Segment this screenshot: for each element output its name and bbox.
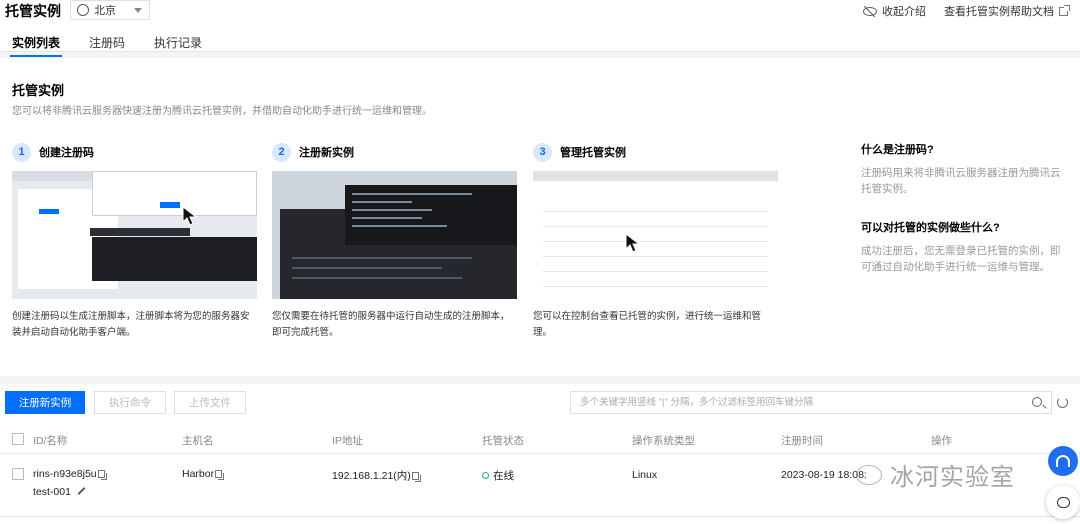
page-title: 托管实例 bbox=[5, 3, 61, 19]
watermark-text: 冰河实验室 bbox=[890, 464, 1015, 491]
column-header: 主机名 bbox=[182, 435, 214, 447]
faq-section: 什么是注册码? 注册码用来将非腾讯云服务器注册为腾讯云托管实例。 可以对托管的实… bbox=[861, 142, 1069, 275]
online-status-icon bbox=[482, 472, 489, 479]
cursor-icon bbox=[182, 206, 198, 226]
faq-answer: 成功注册后，您无需登录已托管的实例，即可通过自动化助手进行统一运维与管理。 bbox=[861, 245, 1061, 273]
step-number: 1 bbox=[12, 142, 31, 162]
external-link-icon bbox=[1059, 4, 1070, 16]
ip-cell: 192.168.1.21(内) bbox=[332, 468, 421, 483]
instance-id-cell: rins-n93e8j5u bbox=[33, 468, 107, 480]
copy-icon[interactable] bbox=[97, 470, 107, 480]
header-links: 收起介绍 查看托管实例帮助文档 bbox=[845, 3, 1070, 19]
step-illustration bbox=[533, 171, 778, 299]
search-box bbox=[570, 391, 1052, 414]
step-label: 管理托管实例 bbox=[560, 147, 626, 159]
step-register-instance: 2 注册新实例 您仅需要在待托管的服务器中运行自动生成的注册脚本，即可完成托管。 bbox=[272, 142, 517, 338]
search-input[interactable] bbox=[571, 392, 1011, 413]
select-all-checkbox[interactable] bbox=[12, 433, 24, 445]
globe-icon bbox=[77, 4, 89, 16]
step-illustration bbox=[272, 171, 517, 299]
instance-id[interactable]: rins-n93e8j5u bbox=[33, 468, 97, 480]
column-header: 托管状态 bbox=[482, 435, 524, 447]
faq-question: 什么是注册码? bbox=[861, 144, 934, 156]
column-header: IP地址 bbox=[332, 435, 363, 447]
hostname-cell: Harbor bbox=[182, 468, 225, 480]
column-header: 注册时间 bbox=[781, 435, 823, 447]
step-manage-instance: 3 管理托管实例 您可以在控制台查看已托管的实例，进行统一运维和管理。 bbox=[533, 142, 778, 338]
refresh-icon[interactable] bbox=[1057, 397, 1068, 408]
top-bar: 托管实例 北京 收起介绍 查看托管实例帮助文档 bbox=[0, 0, 1080, 24]
watermark: 冰河实验室 bbox=[856, 457, 1015, 492]
tab-registration-code[interactable]: 注册码 bbox=[89, 34, 125, 51]
table-header: ID/名称 主机名 IP地址 托管状态 操作系统类型 注册时间 操作 bbox=[0, 424, 1080, 454]
execute-command-button[interactable]: 执行命令 bbox=[94, 391, 166, 414]
step-create-code: 1 创建注册码 创建注册码以生成注册脚本，注册脚本将为您的服务器安装并启动自动化… bbox=[12, 142, 257, 338]
chat-icon bbox=[1056, 496, 1070, 508]
intro-title: 托管实例 bbox=[12, 83, 65, 98]
step-number: 3 bbox=[533, 142, 552, 162]
search-icon[interactable] bbox=[1032, 397, 1042, 407]
step-number: 2 bbox=[272, 142, 291, 162]
column-header: 操作 bbox=[931, 435, 952, 447]
tab-bar: 实例列表 注册码 执行记录 bbox=[0, 24, 1080, 57]
intro-panel: 托管实例 您可以将非腾讯云服务器快速注册为腾讯云托管实例，并借助自动化助手进行统… bbox=[0, 58, 1080, 376]
os-cell: Linux bbox=[632, 469, 658, 481]
copy-icon[interactable] bbox=[411, 472, 421, 482]
tab-instance-list[interactable]: 实例列表 bbox=[9, 34, 63, 57]
hostname: Harbor bbox=[182, 468, 215, 480]
edit-icon[interactable] bbox=[77, 487, 86, 495]
instance-name-cell: test-001 bbox=[33, 486, 86, 498]
column-header: 操作系统类型 bbox=[632, 435, 695, 447]
row-checkbox[interactable] bbox=[12, 468, 24, 480]
cursor-icon bbox=[625, 233, 641, 253]
status-text: 在线 bbox=[493, 470, 514, 482]
eye-off-icon bbox=[863, 6, 877, 16]
instance-name: test-001 bbox=[33, 486, 71, 498]
step-description: 您仅需要在待托管的服务器中运行自动生成的注册脚本，即可完成托管。 bbox=[272, 311, 510, 338]
instance-toolbar: 注册新实例 执行命令 上传文件 bbox=[0, 384, 1080, 424]
collapse-intro-link[interactable]: 收起介绍 bbox=[863, 3, 926, 19]
feedback-button[interactable] bbox=[1046, 485, 1080, 519]
help-doc-label: 查看托管实例帮助文档 bbox=[944, 6, 1054, 18]
step-description: 创建注册码以生成注册脚本，注册脚本将为您的服务器安装并启动自动化助手客户端。 bbox=[12, 311, 250, 338]
step-illustration bbox=[12, 171, 257, 299]
status-cell: 在线 bbox=[482, 468, 514, 483]
faq-answer: 注册码用来将非腾讯云服务器注册为腾讯云托管实例。 bbox=[861, 167, 1061, 195]
upload-file-button[interactable]: 上传文件 bbox=[174, 391, 246, 414]
ip-address: 192.168.1.21(内) bbox=[332, 470, 411, 482]
chevron-down-icon bbox=[134, 8, 142, 13]
help-doc-link[interactable]: 查看托管实例帮助文档 bbox=[944, 3, 1070, 19]
collapse-intro-label: 收起介绍 bbox=[882, 6, 926, 18]
column-header: ID/名称 bbox=[33, 435, 68, 447]
step-label: 创建注册码 bbox=[39, 147, 94, 159]
wechat-logo-icon bbox=[856, 464, 882, 485]
step-description: 您可以在控制台查看已托管的实例，进行统一运维和管理。 bbox=[533, 311, 762, 338]
region-selector[interactable]: 北京 bbox=[70, 0, 150, 20]
headset-icon bbox=[1056, 455, 1070, 467]
support-button[interactable] bbox=[1048, 446, 1078, 476]
copy-icon[interactable] bbox=[215, 470, 225, 480]
register-instance-button[interactable]: 注册新实例 bbox=[5, 391, 85, 414]
step-label: 注册新实例 bbox=[299, 147, 354, 159]
registered-time-cell: 2023-08-19 18:08: bbox=[781, 469, 867, 481]
intro-description: 您可以将非腾讯云服务器快速注册为腾讯云托管实例，并借助自动化助手进行统一运维和管… bbox=[12, 106, 432, 117]
tab-execution-records[interactable]: 执行记录 bbox=[154, 34, 202, 51]
region-label: 北京 bbox=[94, 5, 116, 17]
faq-question: 可以对托管的实例做些什么? bbox=[861, 222, 1000, 234]
